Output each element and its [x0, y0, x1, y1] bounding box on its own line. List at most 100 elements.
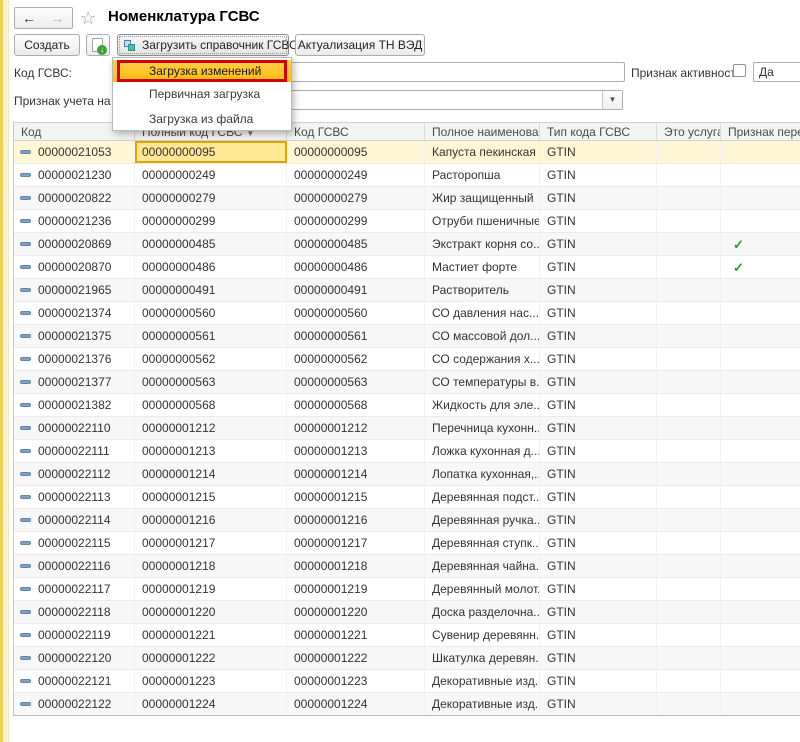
cell-full-code[interactable]: 00000000279: [135, 187, 287, 209]
cell-name[interactable]: Капуста пекинская: [425, 141, 540, 163]
cell-perech[interactable]: [721, 187, 800, 209]
cell-full-code[interactable]: 00000001221: [135, 624, 287, 646]
table-row[interactable]: 000000221110000000121300000001213Ложка к…: [14, 440, 800, 463]
cell-service[interactable]: [657, 279, 721, 301]
cell-perech[interactable]: [721, 647, 800, 669]
cell-gsvs-code[interactable]: 00000000560: [287, 302, 425, 324]
cell-gsvs-code[interactable]: 00000001216: [287, 509, 425, 531]
cell-name[interactable]: Доска разделочна...: [425, 601, 540, 623]
cell-service[interactable]: [657, 325, 721, 347]
cell-gsvs-code[interactable]: 00000000299: [287, 210, 425, 232]
table-row[interactable]: 000000213770000000056300000000563СО темп…: [14, 371, 800, 394]
table-row[interactable]: 000000208690000000048500000000485Экстрак…: [14, 233, 800, 256]
cell-code[interactable]: 00000021374: [14, 302, 135, 324]
cell-code[interactable]: 00000022119: [14, 624, 135, 646]
table-row[interactable]: 000000213760000000056200000000562СО соде…: [14, 348, 800, 371]
cell-service[interactable]: [657, 440, 721, 462]
cell-full-code[interactable]: 00000000491: [135, 279, 287, 301]
table-row[interactable]: 000000221210000000122300000001223Декорат…: [14, 670, 800, 693]
cell-service[interactable]: [657, 647, 721, 669]
cell-code[interactable]: 00000022114: [14, 509, 135, 531]
cell-full-code[interactable]: 00000001218: [135, 555, 287, 577]
column-header[interactable]: Полное наименова...: [425, 123, 540, 141]
cell-full-code[interactable]: 00000000562: [135, 348, 287, 370]
cell-perech[interactable]: [721, 532, 800, 554]
cell-name[interactable]: Лопатка кухонная,...: [425, 463, 540, 485]
cell-full-code[interactable]: 00000000249: [135, 164, 287, 186]
cell-gsvs-code[interactable]: 00000001218: [287, 555, 425, 577]
table-row[interactable]: 000000221130000000121500000001215Деревян…: [14, 486, 800, 509]
cell-gsvs-code[interactable]: 00000001222: [287, 647, 425, 669]
cell-full-code[interactable]: 00000001224: [135, 693, 287, 715]
cell-perech[interactable]: [721, 417, 800, 439]
menu-item-plain[interactable]: Загрузка из файла: [113, 107, 291, 132]
cell-perech[interactable]: [721, 210, 800, 232]
cell-gsvs-code[interactable]: 00000000568: [287, 394, 425, 416]
cell-gsvs-code[interactable]: 00000000486: [287, 256, 425, 278]
column-header[interactable]: Тип кода ГСВС: [540, 123, 657, 141]
table-row[interactable]: 000000213750000000056100000000561СО масс…: [14, 325, 800, 348]
cell-name[interactable]: СО температуры в...: [425, 371, 540, 393]
cell-service[interactable]: [657, 187, 721, 209]
cell-name[interactable]: Расторопша: [425, 164, 540, 186]
cell-name[interactable]: Сувенир деревянн...: [425, 624, 540, 646]
cell-code[interactable]: 00000022120: [14, 647, 135, 669]
cell-gsvs-code[interactable]: 00000000095: [287, 141, 425, 163]
cell-type[interactable]: GTIN: [540, 463, 657, 485]
table-row[interactable]: 000000221220000000122400000001224Декорат…: [14, 693, 800, 716]
cell-gsvs-code[interactable]: 00000001223: [287, 670, 425, 692]
cell-service[interactable]: [657, 578, 721, 600]
cell-gsvs-code[interactable]: 00000001220: [287, 601, 425, 623]
cell-perech[interactable]: ✓: [721, 256, 800, 278]
cell-code[interactable]: 00000022121: [14, 670, 135, 692]
menu-item-plain[interactable]: Первичная загрузка: [113, 82, 291, 107]
cell-perech[interactable]: [721, 463, 800, 485]
cell-full-code[interactable]: 00000001214: [135, 463, 287, 485]
cell-code[interactable]: 00000022111: [14, 440, 135, 462]
menu-item-highlighted[interactable]: Загрузка изменений: [113, 60, 291, 82]
cell-perech[interactable]: [721, 440, 800, 462]
cell-type[interactable]: GTIN: [540, 555, 657, 577]
cell-code[interactable]: 00000022118: [14, 601, 135, 623]
cell-type[interactable]: GTIN: [540, 164, 657, 186]
cell-service[interactable]: [657, 256, 721, 278]
cell-perech[interactable]: [721, 325, 800, 347]
cell-service[interactable]: [657, 532, 721, 554]
cell-service[interactable]: [657, 233, 721, 255]
cell-gsvs-code[interactable]: 00000000249: [287, 164, 425, 186]
cell-perech[interactable]: [721, 394, 800, 416]
cell-name[interactable]: Отруби пшеничные: [425, 210, 540, 232]
cell-type[interactable]: GTIN: [540, 141, 657, 163]
activity-value-input[interactable]: Да: [753, 62, 800, 82]
cell-perech[interactable]: [721, 693, 800, 715]
table-row[interactable]: 000000221100000000121200000001212Перечни…: [14, 417, 800, 440]
cell-type[interactable]: GTIN: [540, 187, 657, 209]
cell-name[interactable]: Мастиет форте: [425, 256, 540, 278]
cell-perech[interactable]: [721, 302, 800, 324]
cell-code[interactable]: 00000021236: [14, 210, 135, 232]
table-row[interactable]: 000000219650000000049100000000491Раствор…: [14, 279, 800, 302]
cell-type[interactable]: GTIN: [540, 233, 657, 255]
cell-perech[interactable]: [721, 509, 800, 531]
cell-service[interactable]: [657, 417, 721, 439]
table-row[interactable]: 000000221180000000122000000001220Доска р…: [14, 601, 800, 624]
cell-perech[interactable]: [721, 624, 800, 646]
cell-gsvs-code[interactable]: 00000000561: [287, 325, 425, 347]
cell-service[interactable]: [657, 371, 721, 393]
cell-type[interactable]: GTIN: [540, 394, 657, 416]
cell-service[interactable]: [657, 164, 721, 186]
cell-type[interactable]: GTIN: [540, 417, 657, 439]
cell-full-code[interactable]: 00000000560: [135, 302, 287, 324]
cell-full-code[interactable]: 00000001220: [135, 601, 287, 623]
cell-name[interactable]: Деревянная ручка...: [425, 509, 540, 531]
cell-service[interactable]: [657, 486, 721, 508]
cell-full-code[interactable]: 00000001216: [135, 509, 287, 531]
cell-gsvs-code[interactable]: 00000001224: [287, 693, 425, 715]
cell-type[interactable]: GTIN: [540, 371, 657, 393]
cell-type[interactable]: GTIN: [540, 601, 657, 623]
cell-code[interactable]: 00000021230: [14, 164, 135, 186]
cell-type[interactable]: GTIN: [540, 210, 657, 232]
favorite-star-icon[interactable]: ☆: [80, 8, 96, 28]
cell-service[interactable]: [657, 624, 721, 646]
cell-name[interactable]: Деревянный молот...: [425, 578, 540, 600]
